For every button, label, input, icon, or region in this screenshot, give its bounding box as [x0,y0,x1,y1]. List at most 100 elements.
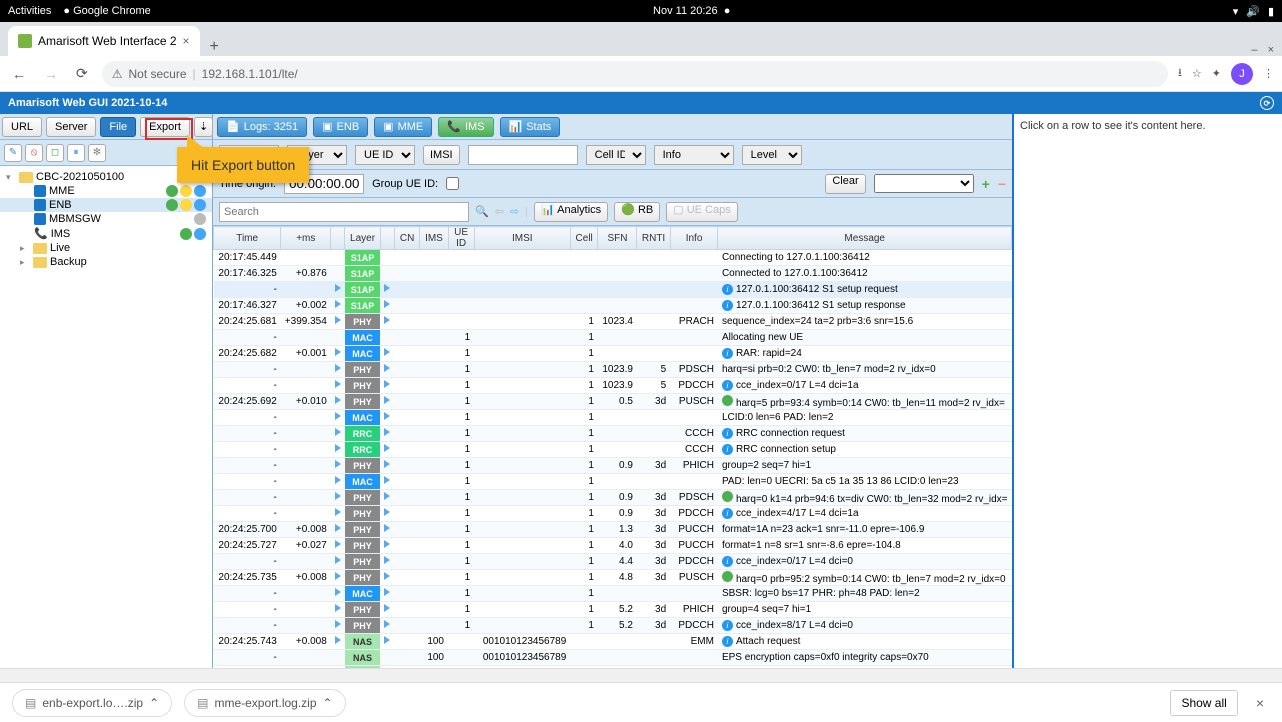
binoculars-icon[interactable]: 🔍 [475,205,489,218]
show-all-button[interactable]: Show all [1170,690,1237,716]
mme-button[interactable]: ▣ MME [374,117,432,137]
close-shelf-icon[interactable]: × [1250,695,1270,711]
clear-button[interactable]: Clear [825,174,865,194]
info-select[interactable]: Info [654,145,734,165]
bottom-scrollbar[interactable] [0,668,1282,682]
browser-tab[interactable]: Amarisoft Web Interface 2 × [8,26,200,56]
stop-icon[interactable]: ⦸ [25,144,43,162]
record-icon[interactable]: ◻ [46,144,64,162]
log-row[interactable]: -S1APi127.0.1.100:36412 S1 setup request [214,282,1012,298]
log-row[interactable]: 20:24:25.727+0.027PHY114.03dPUCCHformat=… [214,538,1012,554]
bookmark-icon[interactable]: ☆ [1192,67,1202,80]
address-bar[interactable]: ⚠ Not secure | 192.168.1.101/lte/ [102,61,1168,87]
log-row[interactable]: 20:24:25.700+0.008PHY111.33dPUCCHformat=… [214,522,1012,538]
download-icon[interactable]: ⭳ [1178,64,1182,83]
cellid-select[interactable]: Cell ID [586,145,646,165]
col-header[interactable]: Cell [570,227,598,250]
logs-button[interactable]: 📄 Logs: 3251 [217,117,307,137]
log-row[interactable]: -MAC11SBSR: lcg=0 bs=17 PHR: ph=48 PAD: … [214,586,1012,602]
chevron-up-icon[interactable]: ⌃ [323,696,333,710]
log-row[interactable]: -NAS100001010123456789GUTI not found [214,666,1012,669]
log-row[interactable]: -PHY115.23dPDCCHicce_index=8/17 L=4 dci=… [214,618,1012,634]
search-input[interactable] [219,202,469,222]
imsi-button[interactable]: IMSI [423,145,460,165]
extensions-icon[interactable]: ✦ [1212,67,1221,80]
tab-url[interactable]: URL [2,117,42,137]
uecaps-button[interactable]: ▢ UE Caps [666,202,737,222]
menu-icon[interactable]: ⋮ [1263,67,1274,80]
log-row[interactable]: 20:24:25.743+0.008NAS100001010123456789E… [214,634,1012,650]
col-header[interactable]: Layer [345,227,381,250]
more-icon[interactable]: ⇣ [194,117,213,137]
log-row[interactable]: -RRC11CCCHiRRC connection setup [214,442,1012,458]
profile-avatar[interactable]: J [1231,63,1253,85]
minimize-icon[interactable]: – [1251,44,1257,56]
stats-button[interactable]: 📊 Stats [500,117,561,137]
log-row[interactable]: 20:24:25.692+0.010PHY110.53dPUSCHharq=5 … [214,394,1012,410]
next-icon[interactable]: ⇨ [510,205,519,218]
tree-item-ims[interactable]: 📞IMS [0,226,212,241]
wifi-icon[interactable]: ▾ [1233,5,1239,18]
log-row[interactable]: 20:17:46.327+0.002S1APi127.0.1.100:36412… [214,298,1012,314]
col-header[interactable]: Message [718,227,1012,250]
remove-icon[interactable]: − [998,176,1006,192]
download-item[interactable]: ▤mme-export.log.zip⌃ [184,689,345,717]
export-button[interactable]: Export [140,117,190,137]
current-app[interactable]: ● Google Chrome [63,5,150,17]
reload-button[interactable]: ⟳ [72,65,92,82]
new-tab-button[interactable]: + [200,38,229,56]
log-row[interactable]: -PHY114.43dPDCCHicce_index=0/17 L=4 dci=… [214,554,1012,570]
col-header[interactable]: RNTI [637,227,670,250]
tree-backup[interactable]: ▸Backup [0,255,212,269]
wand-icon[interactable]: ✎ [4,144,22,162]
log-row[interactable]: -RRC11CCCHiRRC connection request [214,426,1012,442]
log-row[interactable]: 20:24:25.681+399.354PHY11023.4PRACHseque… [214,314,1012,330]
log-row[interactable]: -PHY110.93dPHICHgroup=2 seq=7 hi=1 [214,458,1012,474]
chevron-up-icon[interactable]: ⌃ [149,696,159,710]
back-button[interactable]: ← [8,66,30,82]
log-row[interactable]: -PHY110.93dPDSCHharq=0 k1=4 prb=94:6 tx=… [214,490,1012,506]
log-row[interactable]: 20:17:45.449S1APConnecting to 127.0.1.10… [214,250,1012,266]
log-row[interactable]: -NAS100001010123456789EPS encryption cap… [214,650,1012,666]
col-header[interactable]: Info [670,227,718,250]
col-header[interactable]: UE ID [448,227,474,250]
col-header[interactable]: SFN [598,227,637,250]
log-row[interactable]: -PHY115.23dPHICHgroup=4 seq=7 hi=1 [214,602,1012,618]
col-header[interactable]: CN [394,227,420,250]
forward-button[interactable]: → [40,66,62,82]
col-header[interactable]: +ms [281,227,331,250]
tree-item-mbmsgw[interactable]: MBMSGW [0,212,212,226]
log-row[interactable]: -PHY110.93dPDCCHicce_index=4/17 L=4 dci=… [214,506,1012,522]
preset-select[interactable] [874,174,974,193]
gear-icon[interactable]: ✻ [88,144,106,162]
tab-file[interactable]: File [100,117,136,137]
activities[interactable]: Activities [8,5,51,17]
volume-icon[interactable]: 🔊 [1246,5,1260,18]
group-ueid-checkbox[interactable] [446,177,459,190]
app-reload-icon[interactable]: ⟳ [1260,96,1274,110]
add-icon[interactable]: + [982,176,990,192]
analytics-button[interactable]: 📊 Analytics [534,202,608,222]
log-row[interactable]: -PHY111023.95PDSCHharq=si prb=0:2 CW0: t… [214,362,1012,378]
close-window-icon[interactable]: × [1268,44,1274,56]
battery-icon[interactable]: ▮ [1268,5,1274,18]
download-item[interactable]: ▤enb-export.lo….zip⌃ [12,689,172,717]
log-row[interactable]: 20:24:25.682+0.001MAC11iRAR: rapid=24 [214,346,1012,362]
imsi-input[interactable] [468,145,578,165]
rb-button[interactable]: 🟢 RB [614,202,660,222]
log-row[interactable]: 20:17:46.325+0.876S1APConnected to 127.0… [214,266,1012,282]
tab-close-icon[interactable]: × [183,34,190,48]
log-row[interactable]: -MAC11LCID:0 len=6 PAD: len=2 [214,410,1012,426]
prev-icon[interactable]: ⇦ [495,205,504,218]
tree-item-enb[interactable]: ENB [0,198,212,212]
log-row[interactable]: -PHY111023.95PDCCHicce_index=0/17 L=4 dc… [214,378,1012,394]
col-header[interactable] [331,227,345,250]
ueid-select[interactable]: UE ID [355,145,415,165]
log-grid-wrap[interactable]: Time+msLayerCNIMSUE IDIMSICellSFNRNTIInf… [213,226,1012,668]
tab-server[interactable]: Server [46,117,96,137]
log-row[interactable]: -MAC11Allocating new UE [214,330,1012,346]
ims-button[interactable]: 📞 IMS [438,117,493,137]
enb-button[interactable]: ▣ ENB [313,117,368,137]
log-row[interactable]: -MAC11PAD: len=0 UECRI: 5a c5 1a 35 13 8… [214,474,1012,490]
col-header[interactable]: IMS [420,227,448,250]
